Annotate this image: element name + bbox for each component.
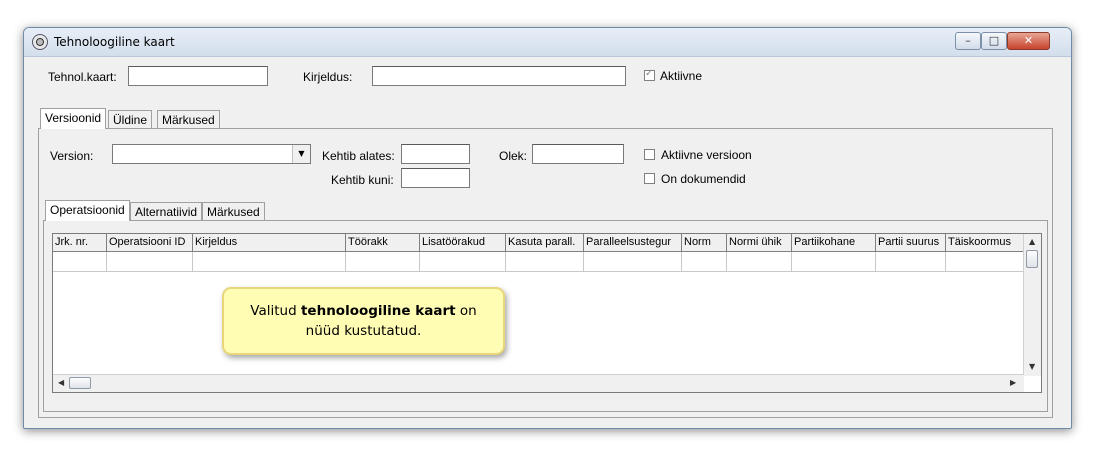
maximize-button[interactable]: □ bbox=[981, 32, 1007, 50]
kehtib-kuni-input[interactable] bbox=[401, 168, 470, 188]
kehtib-alates-label: Kehtib alates: bbox=[322, 149, 395, 163]
dropdown-arrow-icon[interactable]: ▼ bbox=[292, 145, 310, 163]
grid-cell[interactable] bbox=[193, 252, 346, 272]
tehnol-kaart-label: Tehnol.kaart: bbox=[48, 70, 117, 84]
grid-cell[interactable] bbox=[346, 252, 420, 272]
app-icon bbox=[32, 34, 48, 50]
olek-label: Olek: bbox=[499, 149, 528, 163]
kehtib-kuni-label: Kehtib kuni: bbox=[331, 173, 394, 187]
tab-markused-inner[interactable]: Märkused bbox=[202, 202, 265, 221]
tehnol-kaart-input[interactable] bbox=[128, 66, 268, 86]
tab-alternatiivid[interactable]: Alternatiivid bbox=[130, 202, 203, 221]
vertical-scrollbar[interactable]: ▲ ▼ bbox=[1023, 234, 1041, 376]
tooltip-line2: nüüd kustutatud. bbox=[305, 323, 422, 339]
grid-cell[interactable] bbox=[727, 252, 792, 272]
close-button[interactable]: ✕ bbox=[1007, 32, 1050, 50]
window-title: Tehnoloogiline kaart bbox=[54, 35, 175, 49]
tooltip-text-before: Valitud bbox=[250, 303, 301, 319]
on-dokumendid-checkbox[interactable] bbox=[644, 173, 655, 184]
aktiivne-versioon-checkbox[interactable] bbox=[644, 149, 655, 160]
version-select[interactable]: ▼ bbox=[112, 144, 311, 164]
minimize-button[interactable]: – bbox=[955, 32, 981, 50]
grid-cell[interactable] bbox=[420, 252, 506, 272]
column-header[interactable]: Partii suurus bbox=[876, 234, 946, 252]
grid-cell[interactable] bbox=[682, 252, 727, 272]
tab-uldine[interactable]: Üldine bbox=[108, 110, 153, 129]
column-header[interactable]: Partiikohane bbox=[792, 234, 876, 252]
column-header[interactable]: Kasuta parall. bbox=[506, 234, 584, 252]
scroll-down-icon[interactable]: ▼ bbox=[1029, 362, 1035, 371]
grid-cell[interactable] bbox=[506, 252, 584, 272]
column-header[interactable]: Norm bbox=[682, 234, 727, 252]
title-bar[interactable]: Tehnoloogiline kaart – □ ✕ bbox=[24, 28, 1071, 57]
aktiivne-label: Aktiivne bbox=[660, 69, 703, 83]
on-dokumendid-label: On dokumendid bbox=[661, 172, 746, 186]
column-header[interactable]: Operatsiooni ID bbox=[107, 234, 193, 252]
kehtib-alates-input[interactable] bbox=[401, 144, 470, 164]
tab-operatsioonid[interactable]: Operatsioonid bbox=[45, 200, 130, 221]
grid-cell[interactable] bbox=[584, 252, 682, 272]
kirjeldus-input[interactable] bbox=[372, 66, 626, 86]
info-tooltip: Valitud tehnoloogiline kaart on nüüd kus… bbox=[222, 287, 505, 355]
tooltip-text-bold: tehnoloogiline kaart bbox=[300, 303, 456, 319]
column-header[interactable]: Täiskoormus bbox=[946, 234, 1024, 252]
tab-versioonid[interactable]: Versioonid bbox=[40, 108, 107, 129]
column-header[interactable]: Töörakk bbox=[346, 234, 420, 252]
aktiivne-versioon-label: Aktiivne versioon bbox=[661, 148, 752, 162]
grid-cell[interactable] bbox=[53, 252, 107, 272]
column-header[interactable]: Normi ühik bbox=[727, 234, 792, 252]
maximize-icon: □ bbox=[988, 34, 1000, 47]
grid-cell[interactable] bbox=[107, 252, 193, 272]
olek-input[interactable] bbox=[532, 144, 624, 164]
vertical-scroll-thumb[interactable] bbox=[1026, 250, 1038, 268]
horizontal-scrollbar[interactable]: ◀ ▶ bbox=[53, 374, 1024, 392]
kirjeldus-label: Kirjeldus: bbox=[303, 70, 353, 84]
column-header[interactable]: Jrk. nr. bbox=[53, 234, 107, 252]
grid-cell[interactable] bbox=[792, 252, 876, 272]
column-header[interactable]: Kirjeldus bbox=[193, 234, 346, 252]
column-header[interactable]: Lisatöörakud bbox=[420, 234, 506, 252]
minimize-icon: – bbox=[965, 34, 971, 47]
grid-cell[interactable] bbox=[876, 252, 946, 272]
tooltip-text-after: on bbox=[455, 303, 477, 319]
horizontal-scroll-thumb[interactable] bbox=[69, 377, 91, 389]
version-label: Version: bbox=[50, 149, 94, 163]
tab-markused[interactable]: Märkused bbox=[157, 110, 220, 129]
scroll-up-icon[interactable]: ▲ bbox=[1029, 237, 1035, 246]
column-header[interactable]: Paralleelsustegur bbox=[584, 234, 682, 252]
grid-cell[interactable] bbox=[946, 252, 1024, 272]
scroll-right-icon[interactable]: ▶ bbox=[1010, 378, 1016, 387]
close-icon: ✕ bbox=[1023, 34, 1034, 47]
scroll-left-icon[interactable]: ◀ bbox=[58, 378, 64, 387]
operations-grid[interactable]: Jrk. nr. Operatsiooni ID Kirjeldus Tööra… bbox=[52, 233, 1042, 393]
aktiivne-checkbox[interactable] bbox=[644, 68, 655, 81]
